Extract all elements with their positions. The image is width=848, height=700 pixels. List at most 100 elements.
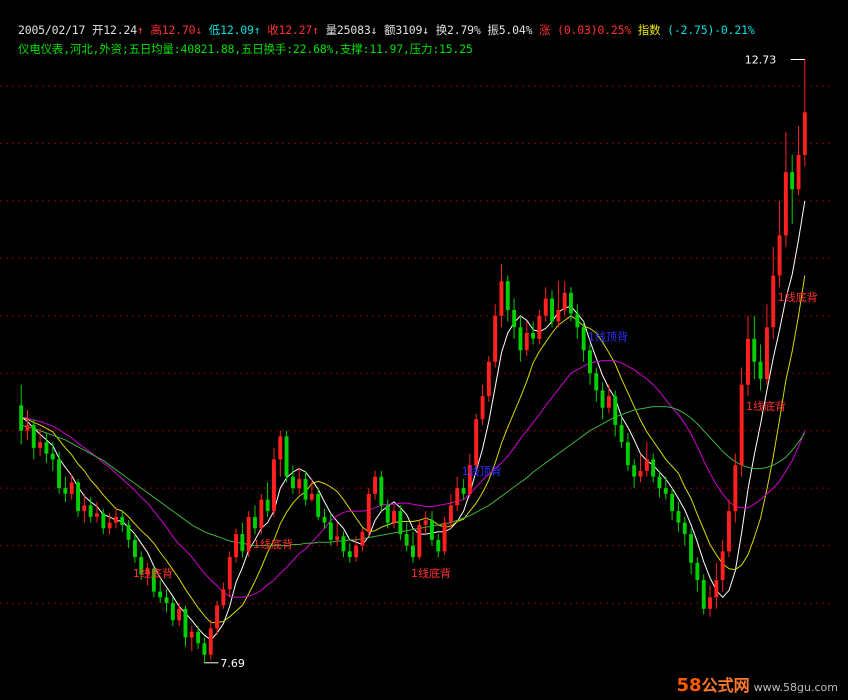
candle-body	[126, 524, 131, 540]
candle-body	[758, 361, 763, 379]
candle-body	[101, 513, 106, 529]
candle-body	[739, 384, 744, 466]
candle-body	[550, 298, 554, 322]
candle-body	[170, 603, 175, 621]
low-value: 12.09	[220, 23, 254, 37]
candle-body	[588, 350, 592, 374]
signal-label: 1线底背	[253, 537, 293, 551]
candle-body	[347, 551, 352, 557]
candle-body	[411, 545, 415, 558]
candle-body	[183, 608, 188, 638]
candle-body	[461, 488, 466, 494]
candle-body	[69, 482, 74, 494]
candle-body	[531, 333, 535, 339]
candle-body	[562, 292, 567, 310]
high-label: 高	[150, 23, 162, 37]
candle-body	[480, 396, 485, 420]
candle-body	[133, 539, 137, 558]
candle-body	[354, 545, 359, 558]
candle-body	[328, 522, 333, 540]
candle-body	[417, 524, 422, 558]
candle-body	[644, 459, 649, 471]
candle-body	[240, 534, 245, 552]
candle-body	[708, 597, 712, 609]
watermark-number: 58	[676, 675, 702, 696]
signal-label: 1线底背	[746, 399, 786, 413]
candle-body	[670, 493, 675, 512]
candle-body	[95, 513, 99, 517]
candle-body	[221, 589, 226, 606]
candle-body	[291, 476, 295, 489]
candle-body	[727, 511, 731, 552]
candle-body	[44, 442, 49, 454]
candle-body	[398, 511, 403, 535]
candle-body	[771, 275, 776, 328]
watermark-url: www.58gu.com	[753, 681, 838, 694]
candle-body	[676, 511, 681, 523]
candle-body	[613, 396, 618, 425]
candle-body	[360, 531, 365, 546]
candle-body	[50, 453, 55, 460]
amplitude-value: 5.04%	[498, 23, 533, 37]
candle-body	[537, 315, 542, 339]
watermark: 58公式网 www.58gu.com	[677, 672, 839, 696]
candlestick-chart: 1线底背 1线底背 1线底背 1线顶背 1线顶背 1线底背 1线底背 12.73 7.69	[0, 54, 830, 670]
candle-body	[57, 459, 61, 489]
candle-body	[322, 516, 327, 523]
candle-body	[309, 493, 314, 500]
candle-body	[316, 493, 321, 517]
min-price-label: 7.69	[220, 657, 245, 670]
signal-label: 1线底背	[411, 566, 451, 580]
turnover-value: 2.79%	[447, 23, 481, 37]
open-label: 开	[91, 23, 104, 37]
amount-value: 3109	[395, 23, 423, 37]
candle-body	[512, 310, 517, 328]
candle-body	[392, 511, 396, 523]
candle-body	[423, 520, 428, 525]
candle-body	[88, 505, 93, 517]
quote-date: 2005/02/17	[18, 23, 86, 37]
candle-body	[120, 516, 125, 525]
candle-body	[632, 465, 637, 477]
candle-body	[695, 562, 700, 580]
candle-body	[297, 479, 302, 489]
amount-label: 额	[384, 23, 396, 37]
candle-body	[404, 534, 409, 546]
candle-body	[259, 499, 264, 529]
candle-body	[493, 315, 498, 362]
volume-label: 量	[325, 23, 338, 37]
candle-body	[575, 313, 580, 328]
volume-value: 25083	[336, 23, 371, 37]
candle-body	[499, 281, 504, 316]
candle-body	[752, 338, 757, 362]
index-value: (-2.75)-0.21%	[667, 23, 755, 37]
candle-body	[177, 608, 182, 621]
candle-body	[82, 505, 87, 512]
candle-body	[663, 488, 668, 494]
candle-body	[524, 333, 529, 351]
candle-body	[373, 476, 377, 494]
quote-header: 2005/02/17 开12.24↑ 高12.70↓ 低12.09↑ 收12.2…	[18, 23, 755, 37]
candle-body	[594, 373, 599, 391]
candle-body	[202, 643, 207, 655]
candle-body	[746, 338, 750, 385]
candle-body	[208, 628, 213, 655]
signal-label: 1线顶背	[462, 464, 502, 478]
candle-body	[38, 442, 43, 448]
candle-body	[158, 591, 163, 598]
candle-body	[556, 310, 561, 322]
candle-body	[284, 436, 289, 477]
candle-body	[783, 172, 788, 236]
candle-body	[430, 520, 434, 540]
index-label: 指数	[637, 23, 661, 37]
candle-body	[442, 522, 447, 552]
candle-body	[765, 327, 769, 379]
candle-body	[436, 539, 441, 552]
candle-body	[625, 442, 630, 466]
candle-body	[701, 580, 706, 609]
change-value: (0.03)0.25%	[557, 23, 632, 37]
signal-label: 1线顶背	[588, 330, 628, 344]
candle-body	[802, 112, 807, 155]
candle-body	[379, 476, 384, 506]
max-price-label: 12.73	[745, 54, 777, 67]
